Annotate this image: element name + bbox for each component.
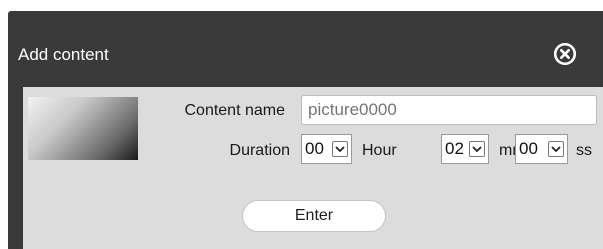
hour-unit-label: Hour <box>362 142 397 159</box>
hour-select[interactable]: 00 <box>301 134 352 164</box>
add-content-dialog: Add content Content name Duration 00 Hou… <box>8 11 603 249</box>
minute-value: 02 <box>445 139 464 158</box>
hour-value: 00 <box>305 139 324 158</box>
enter-button[interactable]: Enter <box>242 200 386 232</box>
chevron-down-icon <box>469 141 485 157</box>
content-name-label: Content name <box>184 102 285 119</box>
content-thumbnail <box>28 97 138 160</box>
second-value: 00 <box>519 139 538 158</box>
chevron-down-icon <box>332 141 348 157</box>
close-button[interactable] <box>554 43 576 65</box>
second-unit-label: ss <box>576 142 592 159</box>
chevron-down-icon <box>548 141 564 157</box>
dialog-title-bar: Add content <box>8 11 603 87</box>
dialog-title: Add content <box>18 45 109 64</box>
content-panel: Content name Duration 00 Hour 02 mm 00 s… <box>23 87 603 249</box>
close-icon <box>554 43 576 65</box>
second-select[interactable]: 00 <box>515 134 568 164</box>
minute-select[interactable]: 02 <box>441 134 489 164</box>
duration-label: Duration <box>229 142 290 159</box>
content-name-input[interactable] <box>301 95 597 125</box>
